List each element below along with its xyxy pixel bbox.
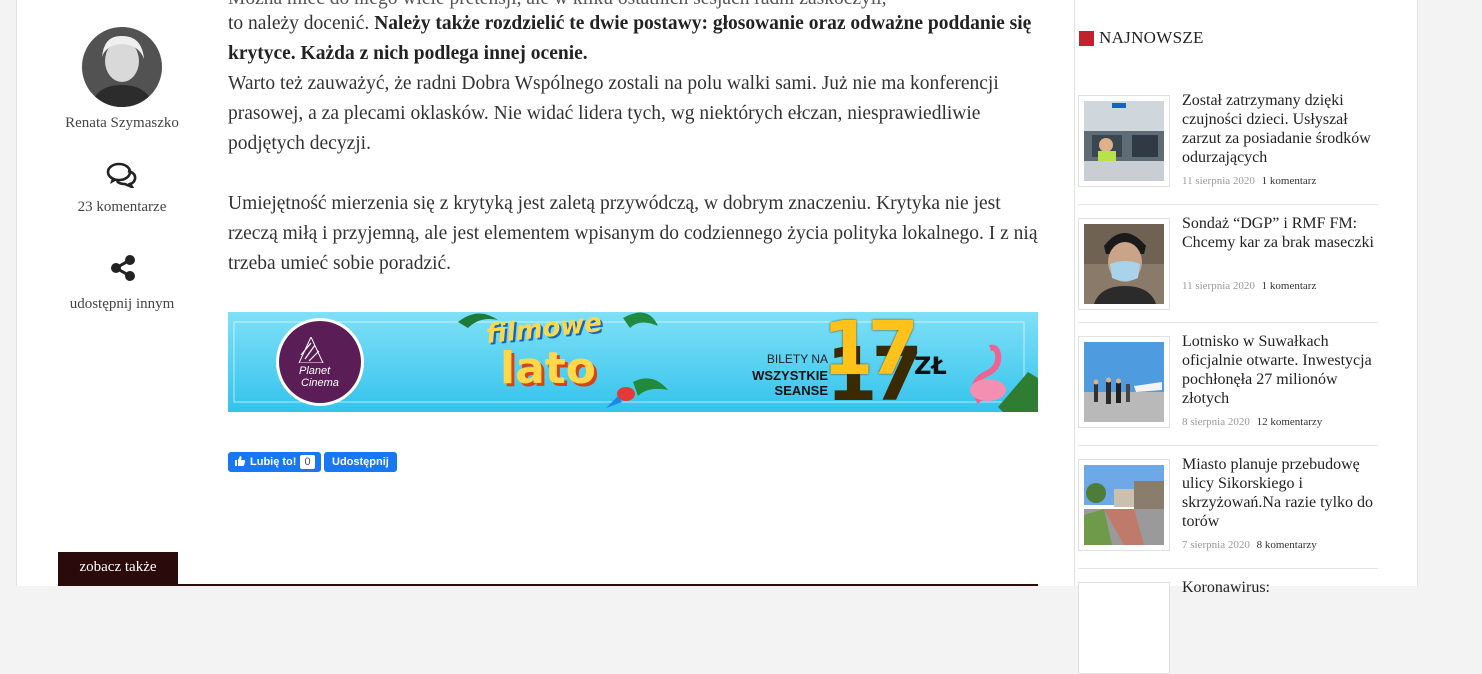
news-comments[interactable]: 1 komentarz [1262,280,1317,292]
news-date: 8 sierpnia 2020 [1182,416,1250,428]
comments-icon[interactable] [106,162,138,193]
news-date: 7 sierpnia 2020 [1182,539,1250,551]
avatar-photo [82,27,162,107]
heading-square-icon [1079,30,1094,46]
news-date: 11 sierpnia 2020 [1182,280,1255,292]
news-comments[interactable]: 1 komentarz [1262,175,1317,187]
news-title[interactable]: Sondaż “DGP” i RMF FM: Chcemy kar za bra… [1182,214,1382,252]
news-thumbnail[interactable] [1078,218,1170,310]
share-icon[interactable] [109,254,137,287]
news-thumbnail[interactable] [1078,582,1170,674]
banner-ad[interactable]: 17 Planet Cinema filmowe lato BILETY NA … [228,312,1038,412]
news-separator [1078,322,1378,323]
banner-price: 17 [822,312,919,392]
planet-cinema-top: Planet [299,365,331,377]
news-meta: 7 sierpnia 2020 8 komentarzy [1182,539,1317,551]
news-separator [1078,568,1378,569]
author-name[interactable]: Renata Szymaszko [37,115,207,132]
planet-cinema-logo: Planet Cinema [276,318,364,406]
like-label: Lubię to! [250,456,297,468]
news-comments[interactable]: 12 komentarzy [1257,416,1323,428]
article-paragraph-1: to należy docenić. Należy także rozdziel… [228,9,1038,69]
news-date: 11 sierpnia 2020 [1182,175,1255,187]
comments-count[interactable]: 23 komentarze [37,199,207,216]
news-title[interactable]: Lotnisko w Suwałkach oficjalnie otwarte.… [1182,332,1382,408]
planet-cinema-icon [298,337,324,363]
news-thumbnail[interactable] [1078,95,1170,187]
planet-cinema-bottom: Cinema [301,377,339,389]
article-text: to należy docenić. [228,13,370,34]
banner-tickets-line1: BILETY NA [766,352,828,366]
news-title[interactable]: Został zatrzymany dzięki czujności dziec… [1182,91,1382,167]
article-paragraph-3: Umiejętność mierzenia się z krytyką jest… [228,193,1038,274]
news-meta: 11 sierpnia 2020 1 komentarz [1182,175,1316,187]
share-label[interactable]: udostępnij innym [37,296,207,313]
news-meta: 8 sierpnia 2020 12 komentarzy [1182,416,1322,428]
news-comments[interactable]: 8 komentarzy [1257,539,1317,551]
banner-title-bottom: lato [500,343,597,394]
thumbs-up-icon [234,455,246,470]
news-separator [1078,204,1378,205]
like-count: 0 [300,455,315,469]
news-meta: 11 sierpnia 2020 1 komentarz [1182,280,1316,292]
facebook-share-button[interactable]: Udostępnij [324,452,397,472]
article-paragraph-2: Warto też zauważyć, że radni Dobra Wspól… [228,73,999,154]
page-container: Renata Szymaszko 23 komentarze udostępni… [16,0,1418,674]
facebook-like-button[interactable]: Lubię to! 0 [228,452,321,472]
news-title[interactable]: Miasto planuje przebudowę ulicy Sikorski… [1182,455,1382,531]
news-thumbnail[interactable] [1078,336,1170,428]
news-separator [1078,445,1378,446]
news-thumbnail[interactable] [1078,459,1170,551]
banner-currency: ZŁ [914,352,947,380]
see-also-tab[interactable]: zobacz także [58,552,178,586]
banner-tickets-line2: WSZYSTKIE SEANSE [752,368,828,398]
sidebar-title: NAJNOWSZE [1099,28,1204,47]
sidebar-heading: NAJNOWSZE [1079,28,1204,48]
author-avatar[interactable] [82,27,162,107]
news-title[interactable]: Koronawirus: [1182,578,1382,597]
sidebar-divider [1074,0,1075,586]
